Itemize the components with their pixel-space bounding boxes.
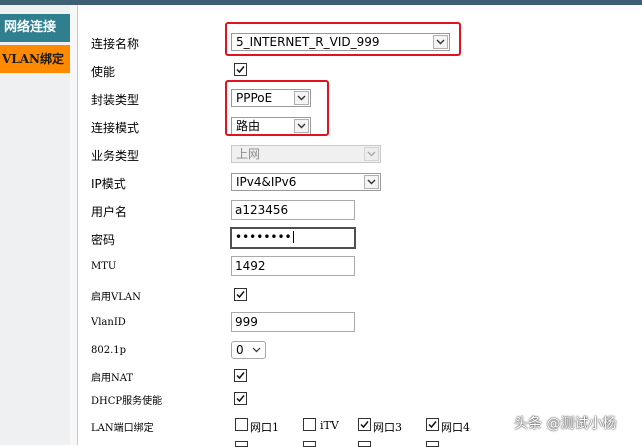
lan-port-1-checkbox[interactable] [235, 418, 248, 431]
encapsulation-label: 封装类型 [91, 93, 140, 107]
priority-value: 0 [236, 343, 244, 357]
partial-checkbox [358, 441, 371, 447]
ip-mode-label: IP模式 [91, 177, 126, 191]
service-type-select[interactable]: 上网 [231, 145, 381, 163]
vlan-id-value: 999 [235, 315, 258, 329]
username-value: a123456 [235, 203, 289, 217]
enable-nat-checkbox[interactable] [234, 369, 247, 382]
connection-mode-label: 连接模式 [91, 121, 140, 135]
highlight-box-connection-name [225, 22, 461, 56]
partial-checkbox [426, 441, 439, 447]
dhcp-service-label: DHCP服务使能 [91, 396, 163, 407]
top-bar [0, 0, 642, 5]
content-gutter [70, 5, 77, 445]
lan-itv-label: iTV [320, 419, 339, 432]
username-input[interactable]: a123456 [231, 200, 355, 220]
partial-checkbox [235, 441, 248, 447]
highlight-box-encapsulation-mode [225, 80, 329, 136]
password-input[interactable]: •••••••• [230, 227, 356, 249]
checkmark-icon [360, 421, 369, 429]
checkmark-icon [236, 395, 245, 403]
username-label: 用户名 [91, 205, 128, 219]
content-divider [77, 5, 78, 445]
lan-binding-label: LAN端口绑定 [91, 423, 154, 434]
checkmark-icon [236, 372, 245, 380]
ip-mode-select[interactable]: IPv4&IPv6 [231, 173, 381, 191]
lan-port-1-label: 网口1 [250, 421, 279, 434]
text-caret [292, 231, 294, 243]
lan-port-3-checkbox[interactable] [358, 418, 371, 431]
priority-select[interactable]: 0 [231, 341, 266, 359]
lan-itv-checkbox[interactable] [303, 418, 316, 431]
enable-vlan-checkbox[interactable] [234, 288, 247, 301]
partial-checkbox [303, 441, 316, 447]
enable-label: 使能 [91, 65, 116, 79]
watermark-text: 头条 @测试小杨 [514, 416, 617, 432]
sidebar: 网络连接 VLAN绑定 [0, 5, 71, 445]
password-label: 密码 [91, 233, 116, 247]
enable-vlan-label: 启用VLAN [91, 292, 141, 303]
ip-mode-value: IPv4&IPv6 [236, 175, 297, 189]
lan-port-3-label: 网口3 [373, 421, 402, 434]
service-type-value: 上网 [236, 147, 261, 161]
dhcp-service-checkbox[interactable] [234, 392, 247, 405]
checkmark-icon [236, 66, 245, 74]
lan-port-4-checkbox[interactable] [426, 418, 439, 431]
mtu-value: 1492 [235, 259, 266, 273]
sidebar-item-network-connection[interactable]: 网络连接 [0, 14, 70, 42]
connection-name-label: 连接名称 [91, 37, 140, 51]
service-type-label: 业务类型 [91, 149, 140, 163]
mtu-label: MTU [91, 261, 117, 272]
vlan-id-input[interactable]: 999 [231, 312, 355, 332]
enable-nat-label: 启用NAT [91, 373, 134, 384]
enable-checkbox[interactable] [234, 63, 247, 76]
checkmark-icon [428, 421, 437, 429]
chevron-down-icon [364, 147, 379, 161]
password-value: •••••••• [235, 230, 292, 244]
checkmark-icon [236, 291, 245, 299]
mtu-input[interactable]: 1492 [231, 256, 355, 276]
vlan-id-label: VlanID [91, 317, 126, 328]
chevron-down-icon [364, 175, 379, 189]
lan-port-4-label: 网口4 [441, 421, 470, 434]
sidebar-item-vlan-binding[interactable]: VLAN绑定 [0, 45, 70, 73]
priority-label: 802.1p [91, 345, 127, 356]
chevron-down-icon [249, 343, 264, 357]
